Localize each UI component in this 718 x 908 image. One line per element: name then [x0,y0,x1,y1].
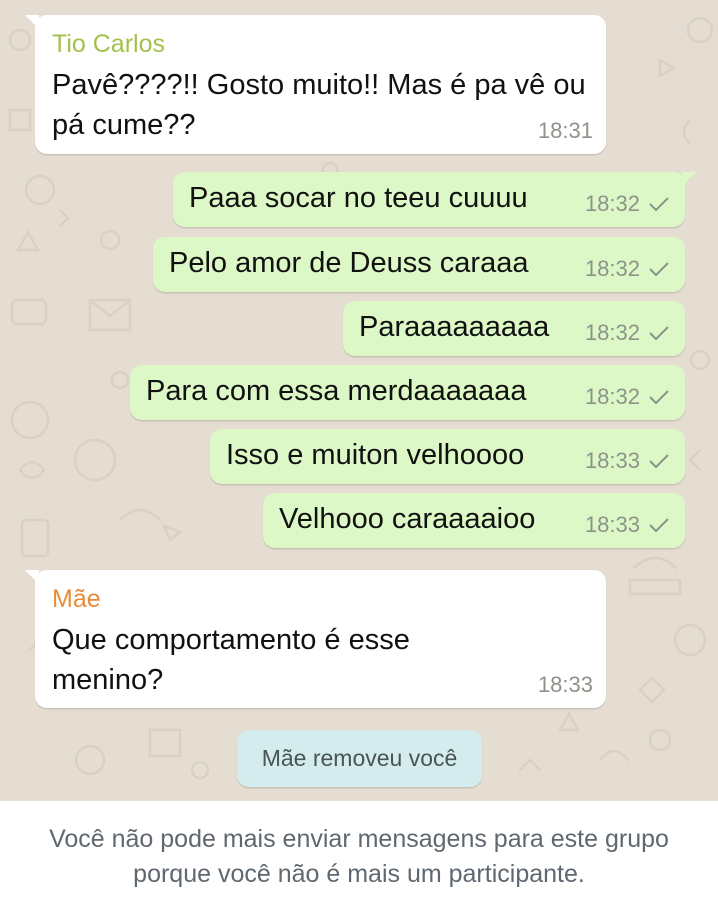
message-time: 18:33 [584,512,640,537]
message-meta: 18:32 [585,191,670,217]
message-time: 18:31 [537,118,593,143]
message-time: 18:32 [584,384,640,409]
message-text: Pavê????!! Gosto muito!! Mas é pa vê ou … [52,69,586,141]
message-sent-1[interactable]: Paaa socar no teeu cuuuu 18:32 [173,172,696,227]
removed-participant-notice: Você não pode mais enviar mensagens para… [49,825,669,888]
message-text: Paaa socar no teeu cuuuu [189,182,528,214]
sender-name[interactable]: Mãe [52,584,590,614]
bubble-tail [25,15,39,29]
message-sent-3[interactable]: Paraaaaaaaaa 18:32 [343,301,685,356]
message-meta: 18:32 [585,320,670,346]
message-time: 18:32 [584,191,640,216]
message-tio-carlos[interactable]: Tio Carlos Pavê????!! Gosto muito!! Mas … [25,15,606,154]
footer-bar: Você não pode mais enviar mensagens para… [0,801,718,908]
message-sent-4[interactable]: Para com essa merdaaaaaaa 18:32 [130,365,685,420]
message-sent-5[interactable]: Isso e muiton velhoooo 18:33 [210,429,685,484]
message-meta: 18:33 [585,448,670,474]
check-icon [649,197,669,212]
message-text: Paraaaaaaaaa [359,311,550,343]
message-time: 18:33 [584,448,640,473]
check-icon [649,518,669,533]
message-text: Pelo amor de Deuss caraaa [169,247,529,279]
message-meta: 18:32 [585,256,670,282]
system-notice: Mãe removeu você [237,730,482,787]
chat-area[interactable]: Tio Carlos Pavê????!! Gosto muito!! Mas … [0,0,718,801]
message-mae[interactable]: Mãe Que comportamento é esse menino? 18:… [25,570,606,708]
bubble-tail [682,172,696,186]
message-meta: 18:32 [585,384,670,410]
check-icon [649,326,669,341]
message-sent-6[interactable]: Velhooo caraaaaioo 18:33 [263,493,685,548]
bubble-tail [25,570,39,584]
message-text: Que comportamento é esse menino? [52,624,410,696]
message-text: Para com essa merdaaaaaaa [146,375,527,407]
message-time: 18:33 [537,672,593,697]
message-time: 18:32 [584,320,640,345]
sender-name[interactable]: Tio Carlos [52,29,590,59]
check-icon [649,262,669,277]
check-icon [649,390,669,405]
message-text: Velhooo caraaaaioo [279,503,536,535]
message-meta: 18:33 [585,512,670,538]
message-sent-2[interactable]: Pelo amor de Deuss caraaa 18:32 [153,237,685,292]
message-time: 18:32 [584,256,640,281]
message-text: Isso e muiton velhoooo [226,439,525,471]
check-icon [649,454,669,469]
